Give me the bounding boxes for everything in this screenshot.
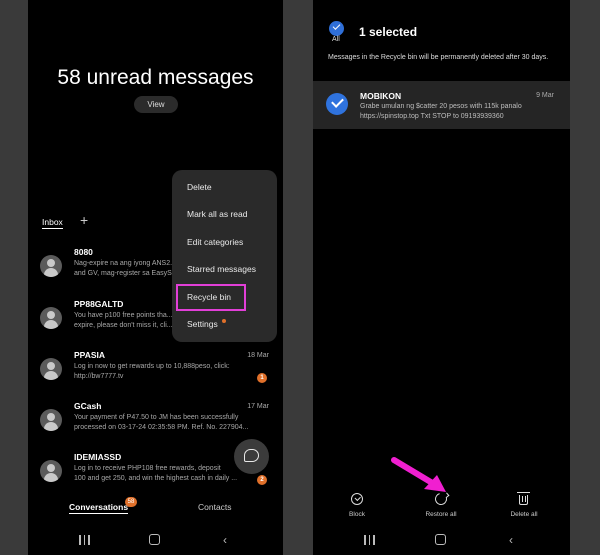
- block-button[interactable]: Block: [327, 490, 387, 524]
- sender-name: PP88GALTD: [74, 299, 124, 309]
- view-button[interactable]: View: [134, 96, 178, 113]
- sender-name: IDEMIASSD: [74, 452, 122, 462]
- menu-item-edit-categories[interactable]: Edit categories: [187, 237, 243, 247]
- avatar: [40, 255, 62, 277]
- delete-all-button[interactable]: Delete all: [494, 490, 554, 524]
- conversation-item[interactable]: PPASIA 18 Mar Log in now to get rewards …: [28, 350, 283, 400]
- home-icon[interactable]: [435, 534, 446, 545]
- system-nav-bar: ‹: [313, 530, 570, 552]
- message-date: 9 Mar: [536, 92, 554, 99]
- plus-icon[interactable]: +: [80, 212, 88, 228]
- recycle-bin-notice: Messages in the Recycle bin will be perm…: [328, 54, 549, 61]
- sender-name: PPASIA: [74, 350, 106, 360]
- avatar: [40, 460, 62, 482]
- recents-icon[interactable]: [79, 535, 90, 545]
- avatar: [40, 307, 62, 329]
- block-icon: [351, 493, 363, 505]
- menu-item-delete[interactable]: Delete: [187, 182, 212, 192]
- message-snippet: Grabe umulan ng $catter 20 pesos with 11…: [360, 103, 522, 120]
- annotation-arrow: [391, 457, 446, 492]
- message-snippet: Log in to receive PHP108 free rewards, d…: [74, 465, 238, 482]
- sender-name: MOBIKON: [360, 91, 402, 101]
- unread-badge: 1: [257, 373, 267, 383]
- home-icon[interactable]: [149, 534, 160, 545]
- trash-icon: [517, 492, 530, 505]
- select-all-checkbox[interactable]: [329, 21, 344, 36]
- avatar: [40, 358, 62, 380]
- back-icon[interactable]: ‹: [223, 534, 227, 546]
- selection-count-title: 1 selected: [359, 25, 418, 39]
- restore-all-button[interactable]: Restore all: [411, 490, 471, 524]
- new-chat-icon: [244, 449, 259, 462]
- sender-name: GCash: [74, 401, 102, 411]
- tab-conversations[interactable]: Conversations: [69, 502, 129, 514]
- conversations-badge: 58: [125, 497, 137, 507]
- avatar: [40, 409, 62, 431]
- bottom-action-bar: Block Restore all Delete all: [313, 490, 570, 524]
- unread-badge: 2: [257, 475, 267, 485]
- selected-checkbox[interactable]: [326, 93, 348, 115]
- menu-item-settings[interactable]: Settings: [187, 319, 218, 329]
- menu-item-recycle-bin[interactable]: Recycle bin: [187, 292, 231, 302]
- recents-icon[interactable]: [364, 535, 375, 545]
- back-icon[interactable]: ‹: [509, 534, 513, 546]
- menu-item-mark-all-read[interactable]: Mark all as read: [187, 209, 247, 219]
- system-nav-bar: ‹: [28, 530, 283, 552]
- menu-item-starred-messages[interactable]: Starred messages: [187, 264, 256, 274]
- new-chat-button[interactable]: [234, 439, 269, 474]
- message-snippet: Log in now to get rewards up to 10,888pe…: [74, 363, 230, 380]
- inbox-screen: 58 unread messages View Inbox + 8080 Nag…: [28, 0, 283, 555]
- unread-count-title: 58 unread messages: [57, 66, 254, 89]
- message-date: 17 Mar: [247, 403, 269, 410]
- message-snippet: Your payment of P47.50 to JM has been su…: [74, 414, 249, 431]
- overflow-menu: Delete Mark all as read Edit categories …: [172, 170, 277, 342]
- tab-contacts[interactable]: Contacts: [198, 502, 232, 512]
- sender-name: 8080: [74, 247, 93, 257]
- select-all-label: All: [332, 36, 340, 43]
- tab-inbox[interactable]: Inbox: [42, 217, 63, 229]
- message-date: 18 Mar: [247, 352, 269, 359]
- deleted-message-item[interactable]: MOBIKON 9 Mar Grabe umulan ng $catter 20…: [313, 81, 570, 129]
- settings-notification-dot: [222, 319, 226, 323]
